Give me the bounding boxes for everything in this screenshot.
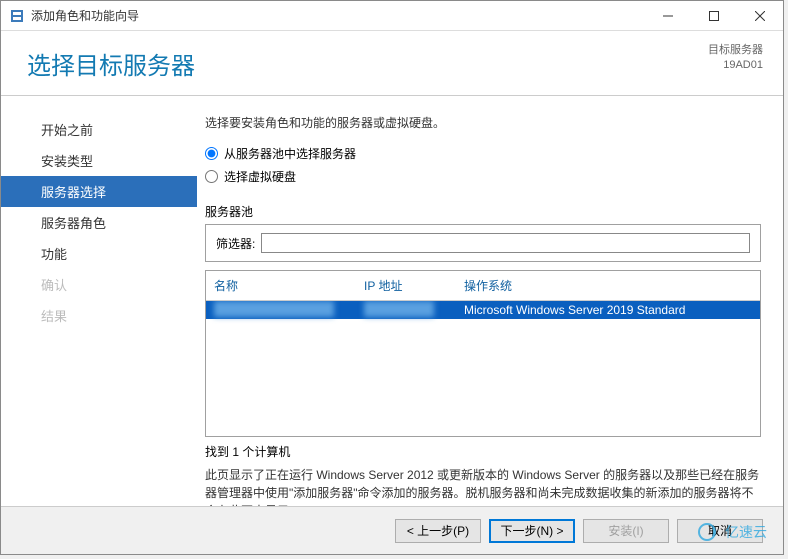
result-count: 找到 1 个计算机 xyxy=(205,443,761,460)
cell-ip xyxy=(356,301,456,320)
titlebar: 添加角色和功能向导 xyxy=(1,1,783,31)
radio-server-pool-input[interactable] xyxy=(205,147,218,160)
watermark-text: 亿速云 xyxy=(725,525,767,541)
wizard-window: 添加角色和功能向导 选择目标服务器 目标服务器 19AD01 开始之前 安装类型… xyxy=(0,0,784,555)
next-button[interactable]: 下一步(N) > xyxy=(489,519,575,543)
column-ip[interactable]: IP 地址 xyxy=(356,271,456,300)
cell-name xyxy=(206,301,356,320)
nav-server-roles[interactable]: 服务器角色 xyxy=(1,207,197,238)
column-name[interactable]: 名称 xyxy=(206,271,356,300)
nav-installation-type[interactable]: 安装类型 xyxy=(1,145,197,176)
install-button: 安装(I) xyxy=(583,519,669,543)
instruction-text: 选择要安装角色和功能的服务器或虚拟硬盘。 xyxy=(205,114,761,131)
cell-os: Microsoft Windows Server 2019 Standard xyxy=(456,303,760,317)
page-title: 选择目标服务器 xyxy=(27,46,195,81)
grid-header: 名称 IP 地址 操作系统 xyxy=(206,271,760,301)
watermark-logo: 亿速云 xyxy=(697,518,773,546)
maximize-button[interactable] xyxy=(691,1,737,31)
nav-server-selection[interactable]: 服务器选择 xyxy=(1,176,197,207)
radio-server-pool[interactable]: 从服务器池中选择服务器 xyxy=(205,145,761,162)
radio-vhd-label: 选择虚拟硬盘 xyxy=(224,168,296,185)
wizard-body: 开始之前 安装类型 服务器选择 服务器角色 功能 确认 结果 选择要安装角色和功… xyxy=(1,96,783,506)
radio-vhd[interactable]: 选择虚拟硬盘 xyxy=(205,168,761,185)
minimize-button[interactable] xyxy=(645,1,691,31)
main-content: 选择要安装角色和功能的服务器或虚拟硬盘。 从服务器池中选择服务器 选择虚拟硬盘 … xyxy=(197,96,783,506)
filter-input[interactable] xyxy=(261,233,750,253)
nav-confirmation: 确认 xyxy=(1,269,197,300)
target-value: 19AD01 xyxy=(708,58,763,73)
nav-features[interactable]: 功能 xyxy=(1,238,197,269)
table-row[interactable]: Microsoft Windows Server 2019 Standard xyxy=(206,301,760,319)
radio-server-pool-label: 从服务器池中选择服务器 xyxy=(224,145,356,162)
server-pool-label: 服务器池 xyxy=(205,203,761,220)
wizard-sidebar: 开始之前 安装类型 服务器选择 服务器角色 功能 确认 结果 xyxy=(1,96,197,506)
wizard-footer: < 上一步(P) 下一步(N) > 安装(I) 取消 xyxy=(1,506,783,554)
server-grid: 名称 IP 地址 操作系统 Microsoft Windows Server 2… xyxy=(205,270,761,437)
filter-label: 筛选器: xyxy=(216,235,255,252)
filter-box: 筛选器: xyxy=(205,224,761,262)
radio-vhd-input[interactable] xyxy=(205,170,218,183)
grid-body: Microsoft Windows Server 2019 Standard xyxy=(206,301,760,436)
previous-button[interactable]: < 上一步(P) xyxy=(395,519,481,543)
window-title: 添加角色和功能向导 xyxy=(31,7,645,24)
server-manager-icon xyxy=(9,8,25,24)
column-os[interactable]: 操作系统 xyxy=(456,271,760,300)
selection-radio-group: 从服务器池中选择服务器 选择虚拟硬盘 xyxy=(205,145,761,185)
nav-before-you-begin[interactable]: 开始之前 xyxy=(1,114,197,145)
nav-results: 结果 xyxy=(1,300,197,331)
close-button[interactable] xyxy=(737,1,783,31)
header-band: 选择目标服务器 目标服务器 19AD01 xyxy=(1,31,783,96)
window-controls xyxy=(645,1,783,31)
destination-server-info: 目标服务器 19AD01 xyxy=(708,43,763,74)
target-label: 目标服务器 xyxy=(708,43,763,58)
